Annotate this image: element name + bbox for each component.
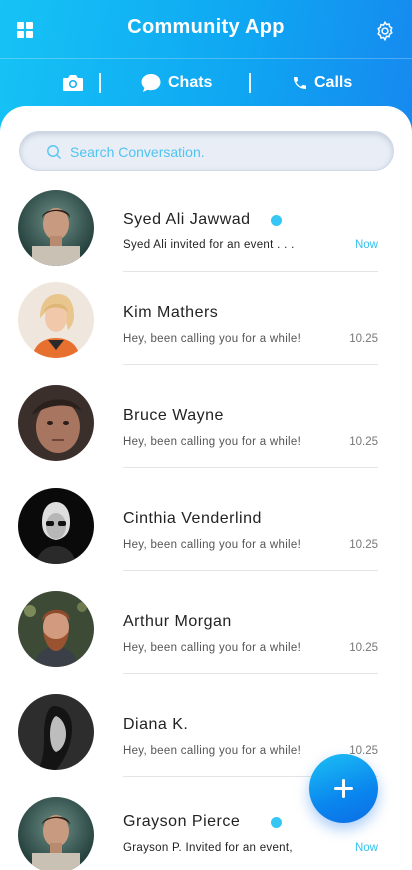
- message-time: Now: [354, 842, 378, 854]
- new-conversation-button[interactable]: [309, 754, 378, 823]
- message-time: 10.25: [349, 642, 378, 654]
- avatar: [18, 282, 94, 358]
- conversation-row[interactable]: Syed Ali Jawwad Syed Ali invited for an …: [0, 190, 412, 293]
- contact-name: Syed Ali Jawwad: [123, 211, 251, 228]
- avatar: [18, 488, 94, 564]
- tab-camera[interactable]: [62, 59, 90, 107]
- message-time: 10.25: [349, 436, 378, 448]
- tab-calls-label: Calls: [314, 74, 353, 91]
- contact-name: Cinthia Venderlind: [123, 510, 262, 527]
- contact-name: Kim Mathers: [123, 304, 219, 321]
- message-time: 10.25: [349, 333, 378, 345]
- avatar: [18, 591, 94, 667]
- tab-divider: [249, 73, 251, 93]
- unread-indicator: [271, 215, 282, 226]
- message-preview: Hey, been calling you for a while!: [123, 745, 302, 757]
- message-preview: Syed Ali invited for an event . . .: [123, 239, 295, 251]
- conversation-row[interactable]: Cinthia Venderlind Hey, been calling you…: [0, 488, 412, 591]
- message-preview: Hey, been calling you for a while!: [123, 436, 302, 448]
- message-preview: Hey, been calling you for a while!: [123, 333, 302, 345]
- conversation-row[interactable]: Arthur Morgan Hey, been calling you for …: [0, 591, 412, 694]
- message-preview: Grayson P. Invited for an event,: [123, 842, 293, 854]
- gear-icon[interactable]: [374, 20, 396, 42]
- plus-icon: [342, 779, 345, 798]
- camera-icon: [63, 75, 83, 91]
- avatar: [18, 694, 94, 770]
- app-title: Community App: [127, 16, 285, 38]
- row-divider: [123, 673, 378, 674]
- row-divider: [123, 271, 378, 272]
- phone-icon: [294, 77, 306, 89]
- tab-bar: Chats Calls: [0, 58, 412, 106]
- chat-bubble-icon: [141, 74, 161, 92]
- row-divider: [123, 364, 378, 365]
- contact-name: Bruce Wayne: [123, 407, 224, 424]
- tab-chats-label: Chats: [168, 74, 213, 91]
- contact-name: Arthur Morgan: [123, 613, 232, 630]
- row-divider: [123, 467, 378, 468]
- search-icon: [47, 145, 62, 160]
- search-input[interactable]: Search Conversation.: [70, 144, 205, 160]
- contact-name: Grayson Pierce: [123, 813, 241, 830]
- avatar: [18, 385, 94, 461]
- tab-chats[interactable]: Chats: [140, 59, 212, 107]
- contact-name: Diana K.: [123, 716, 189, 733]
- message-preview: Hey, been calling you for a while!: [123, 642, 302, 654]
- row-divider: [123, 570, 378, 571]
- unread-indicator: [271, 817, 282, 828]
- avatar: [18, 190, 94, 266]
- message-time: Now: [354, 239, 378, 251]
- conversation-row[interactable]: Bruce Wayne Hey, been calling you for a …: [0, 385, 412, 488]
- message-preview: Hey, been calling you for a while!: [123, 539, 302, 551]
- app-header: Community App: [0, 0, 412, 58]
- tab-calls[interactable]: Calls: [292, 59, 352, 107]
- conversation-row[interactable]: Kim Mathers Hey, been calling you for a …: [0, 282, 412, 385]
- tab-divider: [99, 73, 101, 93]
- message-time: 10.25: [349, 539, 378, 551]
- search-bar[interactable]: Search Conversation.: [19, 131, 394, 171]
- avatar: [18, 797, 94, 870]
